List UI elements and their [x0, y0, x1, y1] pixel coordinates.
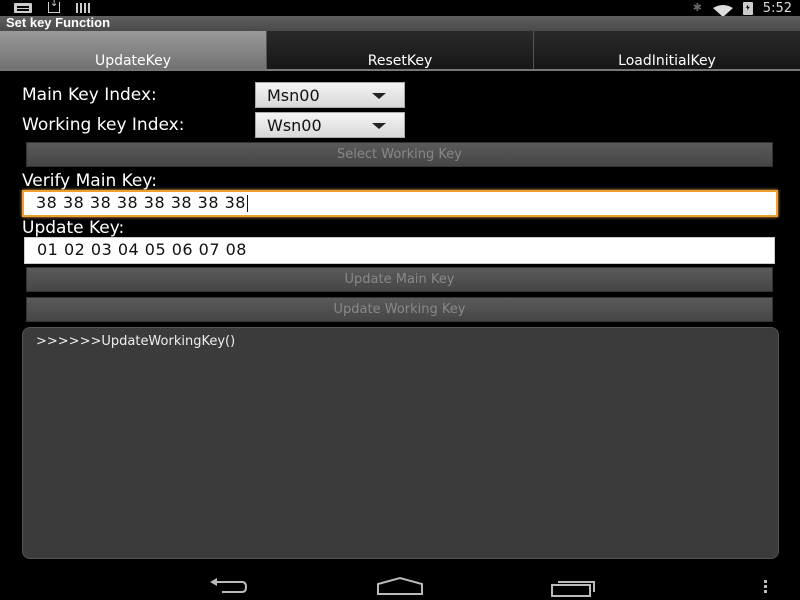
download-icon — [48, 0, 60, 13]
main-key-index-spinner[interactable]: Msn00 — [255, 82, 405, 108]
tab-label: LoadInitialKey — [618, 53, 716, 69]
update-key-label: Update Key: — [22, 218, 125, 238]
dropdown-arrow-icon — [372, 93, 386, 99]
tab-label: UpdateKey — [94, 53, 172, 69]
clock: 5:52 — [762, 0, 792, 16]
tab-reset-key[interactable]: ResetKey — [267, 31, 534, 71]
working-key-index-spinner[interactable]: Wsn00 — [255, 112, 405, 138]
select-working-key-button[interactable]: Select Working Key — [26, 142, 773, 167]
tab-bar: UpdateKey ResetKey LoadInitialKey — [0, 31, 800, 71]
working-key-index-value: Wsn00 — [267, 116, 322, 135]
update-key-input[interactable]: 01 02 03 04 05 06 07 08 — [24, 237, 775, 264]
tab-label: ResetKey — [367, 53, 433, 69]
tab-load-initial-key[interactable]: LoadInitialKey — [534, 31, 800, 71]
app-title-bar: Set key Function — [0, 15, 800, 31]
main-key-index-label: Main Key Index: — [22, 85, 157, 105]
message-icon — [14, 2, 32, 13]
bluetooth-icon: ✱ — [692, 1, 703, 14]
update-key-value: 01 02 03 04 05 06 07 08 — [37, 240, 247, 259]
back-icon[interactable] — [206, 576, 250, 596]
home-icon[interactable] — [376, 576, 424, 596]
working-key-index-label: Working key Index: — [22, 115, 185, 135]
battery-icon — [742, 1, 753, 15]
main-key-index-value: Msn00 — [267, 86, 320, 105]
verify-main-key-value: 38 38 38 38 38 38 38 38 — [36, 193, 246, 212]
log-output[interactable]: >>>>>>UpdateWorkingKey() — [22, 327, 779, 559]
menu-icon[interactable] — [760, 576, 772, 596]
tab-update-key[interactable]: UpdateKey — [0, 31, 267, 71]
verify-main-key-input[interactable]: 38 38 38 38 38 38 38 38 — [22, 190, 778, 217]
update-working-key-button[interactable]: Update Working Key — [26, 297, 773, 322]
barcode-icon — [76, 2, 92, 13]
status-bar: ✱ 5:52 — [0, 0, 800, 17]
dropdown-arrow-icon — [372, 123, 386, 129]
wifi-icon — [712, 2, 733, 17]
verify-main-key-label: Verify Main Key: — [22, 171, 157, 191]
app-title: Set key Function — [6, 15, 111, 30]
navigation-bar — [0, 570, 800, 600]
update-main-key-button[interactable]: Update Main Key — [26, 267, 773, 292]
text-cursor — [246, 195, 248, 212]
log-text: >>>>>>UpdateWorkingKey() — [36, 334, 236, 349]
recent-apps-icon[interactable] — [548, 576, 596, 598]
tab-underline — [0, 69, 800, 71]
